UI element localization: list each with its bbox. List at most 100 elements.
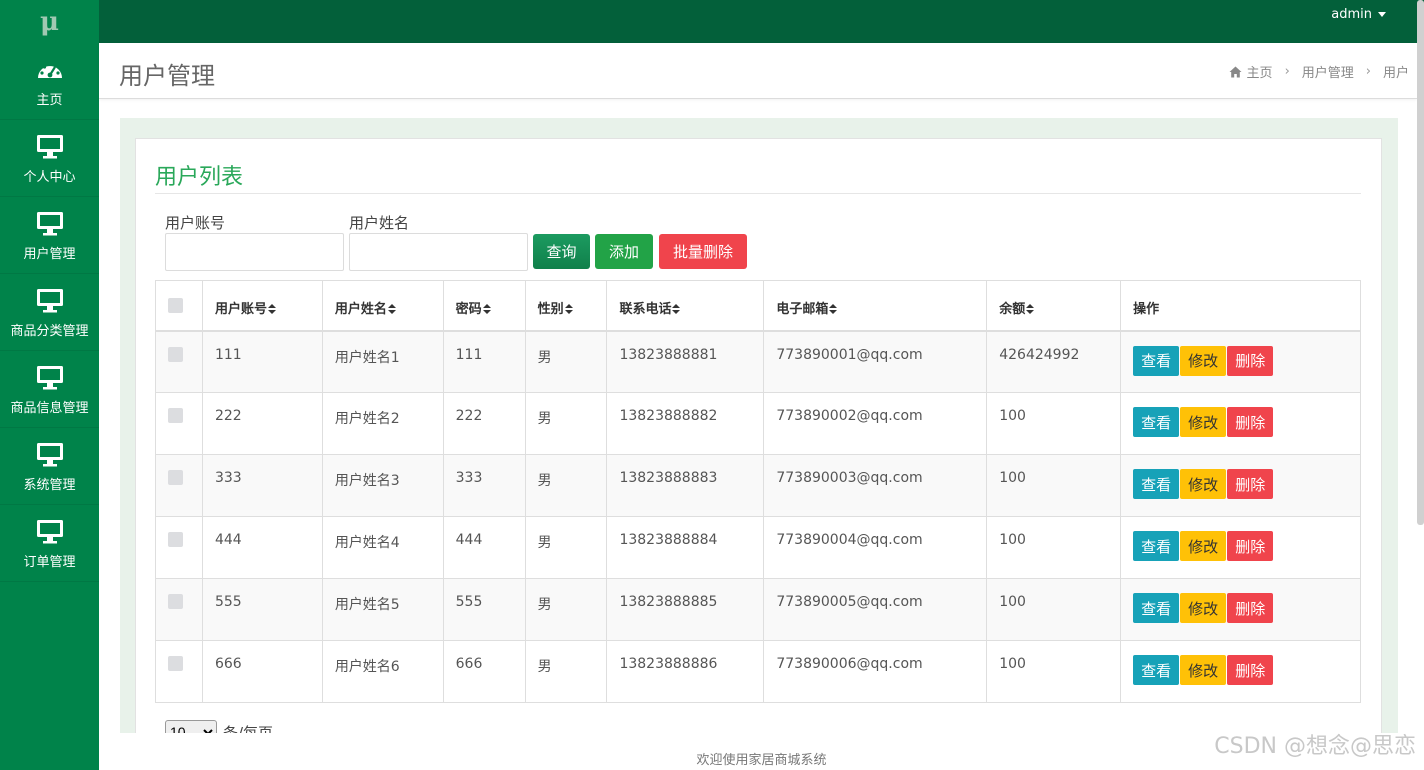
page-size-select[interactable]: 10: [165, 720, 217, 734]
divider: [155, 193, 1361, 194]
edit-button[interactable]: 修改: [1180, 345, 1227, 376]
table-row: 555 用户姓名5 555 男 13823888885 773890005@qq.com 1…: [155, 578, 1361, 641]
view-button[interactable]: 查看: [1133, 593, 1180, 623]
edit-button[interactable]: 修改: [1180, 469, 1227, 499]
monitor-icon: [36, 363, 64, 393]
column-header-account[interactable]: 用户账号: [201, 280, 323, 332]
row-checkbox[interactable]: [168, 594, 183, 609]
cell-gender: 男: [524, 330, 608, 393]
account-search-input[interactable]: [165, 233, 344, 271]
cell-gender: 男: [524, 454, 608, 517]
sidebar-item-system-management[interactable]: 系统管理: [0, 428, 99, 505]
column-header-balance[interactable]: 余额: [986, 280, 1122, 332]
cell-actions: 查看 修改 删除: [1120, 640, 1361, 703]
table-row: 333 用户姓名3 333 男 13823888883 773890003@qq.com 1…: [155, 454, 1361, 517]
edit-button[interactable]: 修改: [1180, 407, 1227, 437]
view-button[interactable]: 查看: [1133, 469, 1180, 499]
column-header-email[interactable]: 电子邮箱: [763, 280, 988, 332]
cell-email: 773890001@qq.com: [763, 330, 988, 393]
sidebar-item-label: 主页: [36, 92, 63, 108]
monitor-icon: [36, 440, 64, 470]
chevron-right-icon: ›: [1365, 64, 1371, 79]
cell-account: 333: [201, 454, 323, 517]
sort-icon: [482, 304, 491, 314]
row-checkbox-cell: [155, 578, 203, 641]
row-checkbox-cell: [155, 454, 203, 517]
delete-button[interactable]: 删除: [1227, 531, 1274, 561]
sidebar-item-category-management[interactable]: 商品分类管理: [0, 274, 99, 351]
cell-account: 222: [201, 392, 323, 455]
edit-button[interactable]: 修改: [1180, 655, 1227, 685]
sidebar-item-label: 订单管理: [23, 554, 76, 570]
monitor-icon: [36, 132, 64, 162]
row-checkbox[interactable]: [168, 408, 183, 423]
cell-actions: 查看 修改 删除: [1120, 516, 1361, 579]
table-row: 444 用户姓名4 444 男 13823888884 773890004@qq.com 1…: [155, 516, 1361, 579]
cell-password: 666: [442, 640, 526, 703]
name-label: 用户姓名: [349, 214, 410, 232]
delete-button[interactable]: 删除: [1227, 593, 1274, 623]
cell-balance: 100: [986, 516, 1122, 579]
view-button[interactable]: 查看: [1133, 407, 1180, 437]
delete-button[interactable]: 删除: [1227, 655, 1274, 685]
cell-name: 用户姓名5: [321, 578, 444, 641]
scrollbar[interactable]: [1417, 0, 1424, 525]
page-title: 用户管理: [119, 62, 215, 90]
cell-balance: 100: [986, 640, 1122, 703]
top-navbar: admin: [99, 0, 1424, 43]
sidebar-item-home[interactable]: 主页: [0, 43, 99, 120]
sidebar-item-product-management[interactable]: 商品信息管理: [0, 351, 99, 428]
sort-icon: [387, 304, 396, 314]
add-button[interactable]: 添加: [595, 234, 653, 269]
card-title: 用户列表: [155, 165, 244, 190]
column-header-gender[interactable]: 性别: [524, 280, 608, 332]
cell-email: 773890004@qq.com: [763, 516, 988, 579]
sidebar-item-label: 商品分类管理: [10, 323, 89, 339]
query-button[interactable]: 查询: [533, 234, 590, 269]
delete-button[interactable]: 删除: [1227, 469, 1274, 499]
view-button[interactable]: 查看: [1133, 531, 1180, 561]
caret-down-icon: [1378, 12, 1386, 17]
cell-gender: 男: [524, 640, 608, 703]
name-search-input[interactable]: [349, 233, 528, 271]
app-logo[interactable]: μ: [0, 0, 99, 43]
user-menu[interactable]: admin: [1331, 7, 1386, 22]
sidebar-item-personal-center[interactable]: 个人中心: [0, 120, 99, 197]
cell-account: 666: [201, 640, 323, 703]
row-checkbox[interactable]: [168, 656, 183, 671]
table-row: 666 用户姓名6 666 男 13823888886 773890006@qq.com 1…: [155, 640, 1361, 703]
batch-delete-button[interactable]: 批量删除: [659, 234, 747, 269]
view-button[interactable]: 查看: [1133, 655, 1180, 685]
cell-name: 用户姓名6: [321, 640, 444, 703]
row-checkbox[interactable]: [168, 470, 183, 485]
select-all-checkbox[interactable]: [168, 298, 183, 313]
cell-name: 用户姓名4: [321, 516, 444, 579]
breadcrumb-user-management[interactable]: 用户管理: [1302, 62, 1354, 81]
breadcrumb-user: 用户: [1382, 66, 1409, 81]
edit-button[interactable]: 修改: [1180, 531, 1227, 561]
sidebar-item-order-management[interactable]: 订单管理: [0, 505, 99, 582]
column-header-phone[interactable]: 联系电话: [606, 280, 765, 332]
edit-button[interactable]: 修改: [1180, 593, 1227, 623]
row-checkbox-cell: [155, 516, 203, 579]
cell-balance: 100: [986, 454, 1122, 517]
sidebar-item-label: 个人中心: [23, 169, 76, 185]
view-button[interactable]: 查看: [1133, 345, 1180, 376]
table-header-row: 用户账号 用户姓名 密码 性别 联系电话 电子邮箱 余额 操作: [155, 280, 1361, 332]
sidebar-item-label: 用户管理: [23, 246, 76, 262]
user-table: 用户账号 用户姓名 密码 性别 联系电话 电子邮箱 余额 操作 111 用户姓名1…: [155, 280, 1361, 703]
sort-icon: [564, 304, 573, 314]
monitor-icon: [36, 517, 64, 547]
monitor-icon: [36, 209, 64, 239]
cell-phone: 13823888882: [606, 392, 765, 455]
row-checkbox[interactable]: [168, 346, 183, 362]
cell-name: 用户姓名1: [321, 330, 444, 393]
column-header-password[interactable]: 密码: [442, 280, 526, 332]
sidebar-item-user-management[interactable]: 用户管理: [0, 197, 99, 274]
delete-button[interactable]: 删除: [1227, 345, 1274, 376]
breadcrumb-home[interactable]: 主页: [1247, 62, 1273, 81]
chevron-right-icon: ›: [1284, 64, 1290, 79]
delete-button[interactable]: 删除: [1227, 407, 1274, 437]
row-checkbox[interactable]: [168, 532, 183, 547]
column-header-name[interactable]: 用户姓名: [321, 280, 444, 332]
